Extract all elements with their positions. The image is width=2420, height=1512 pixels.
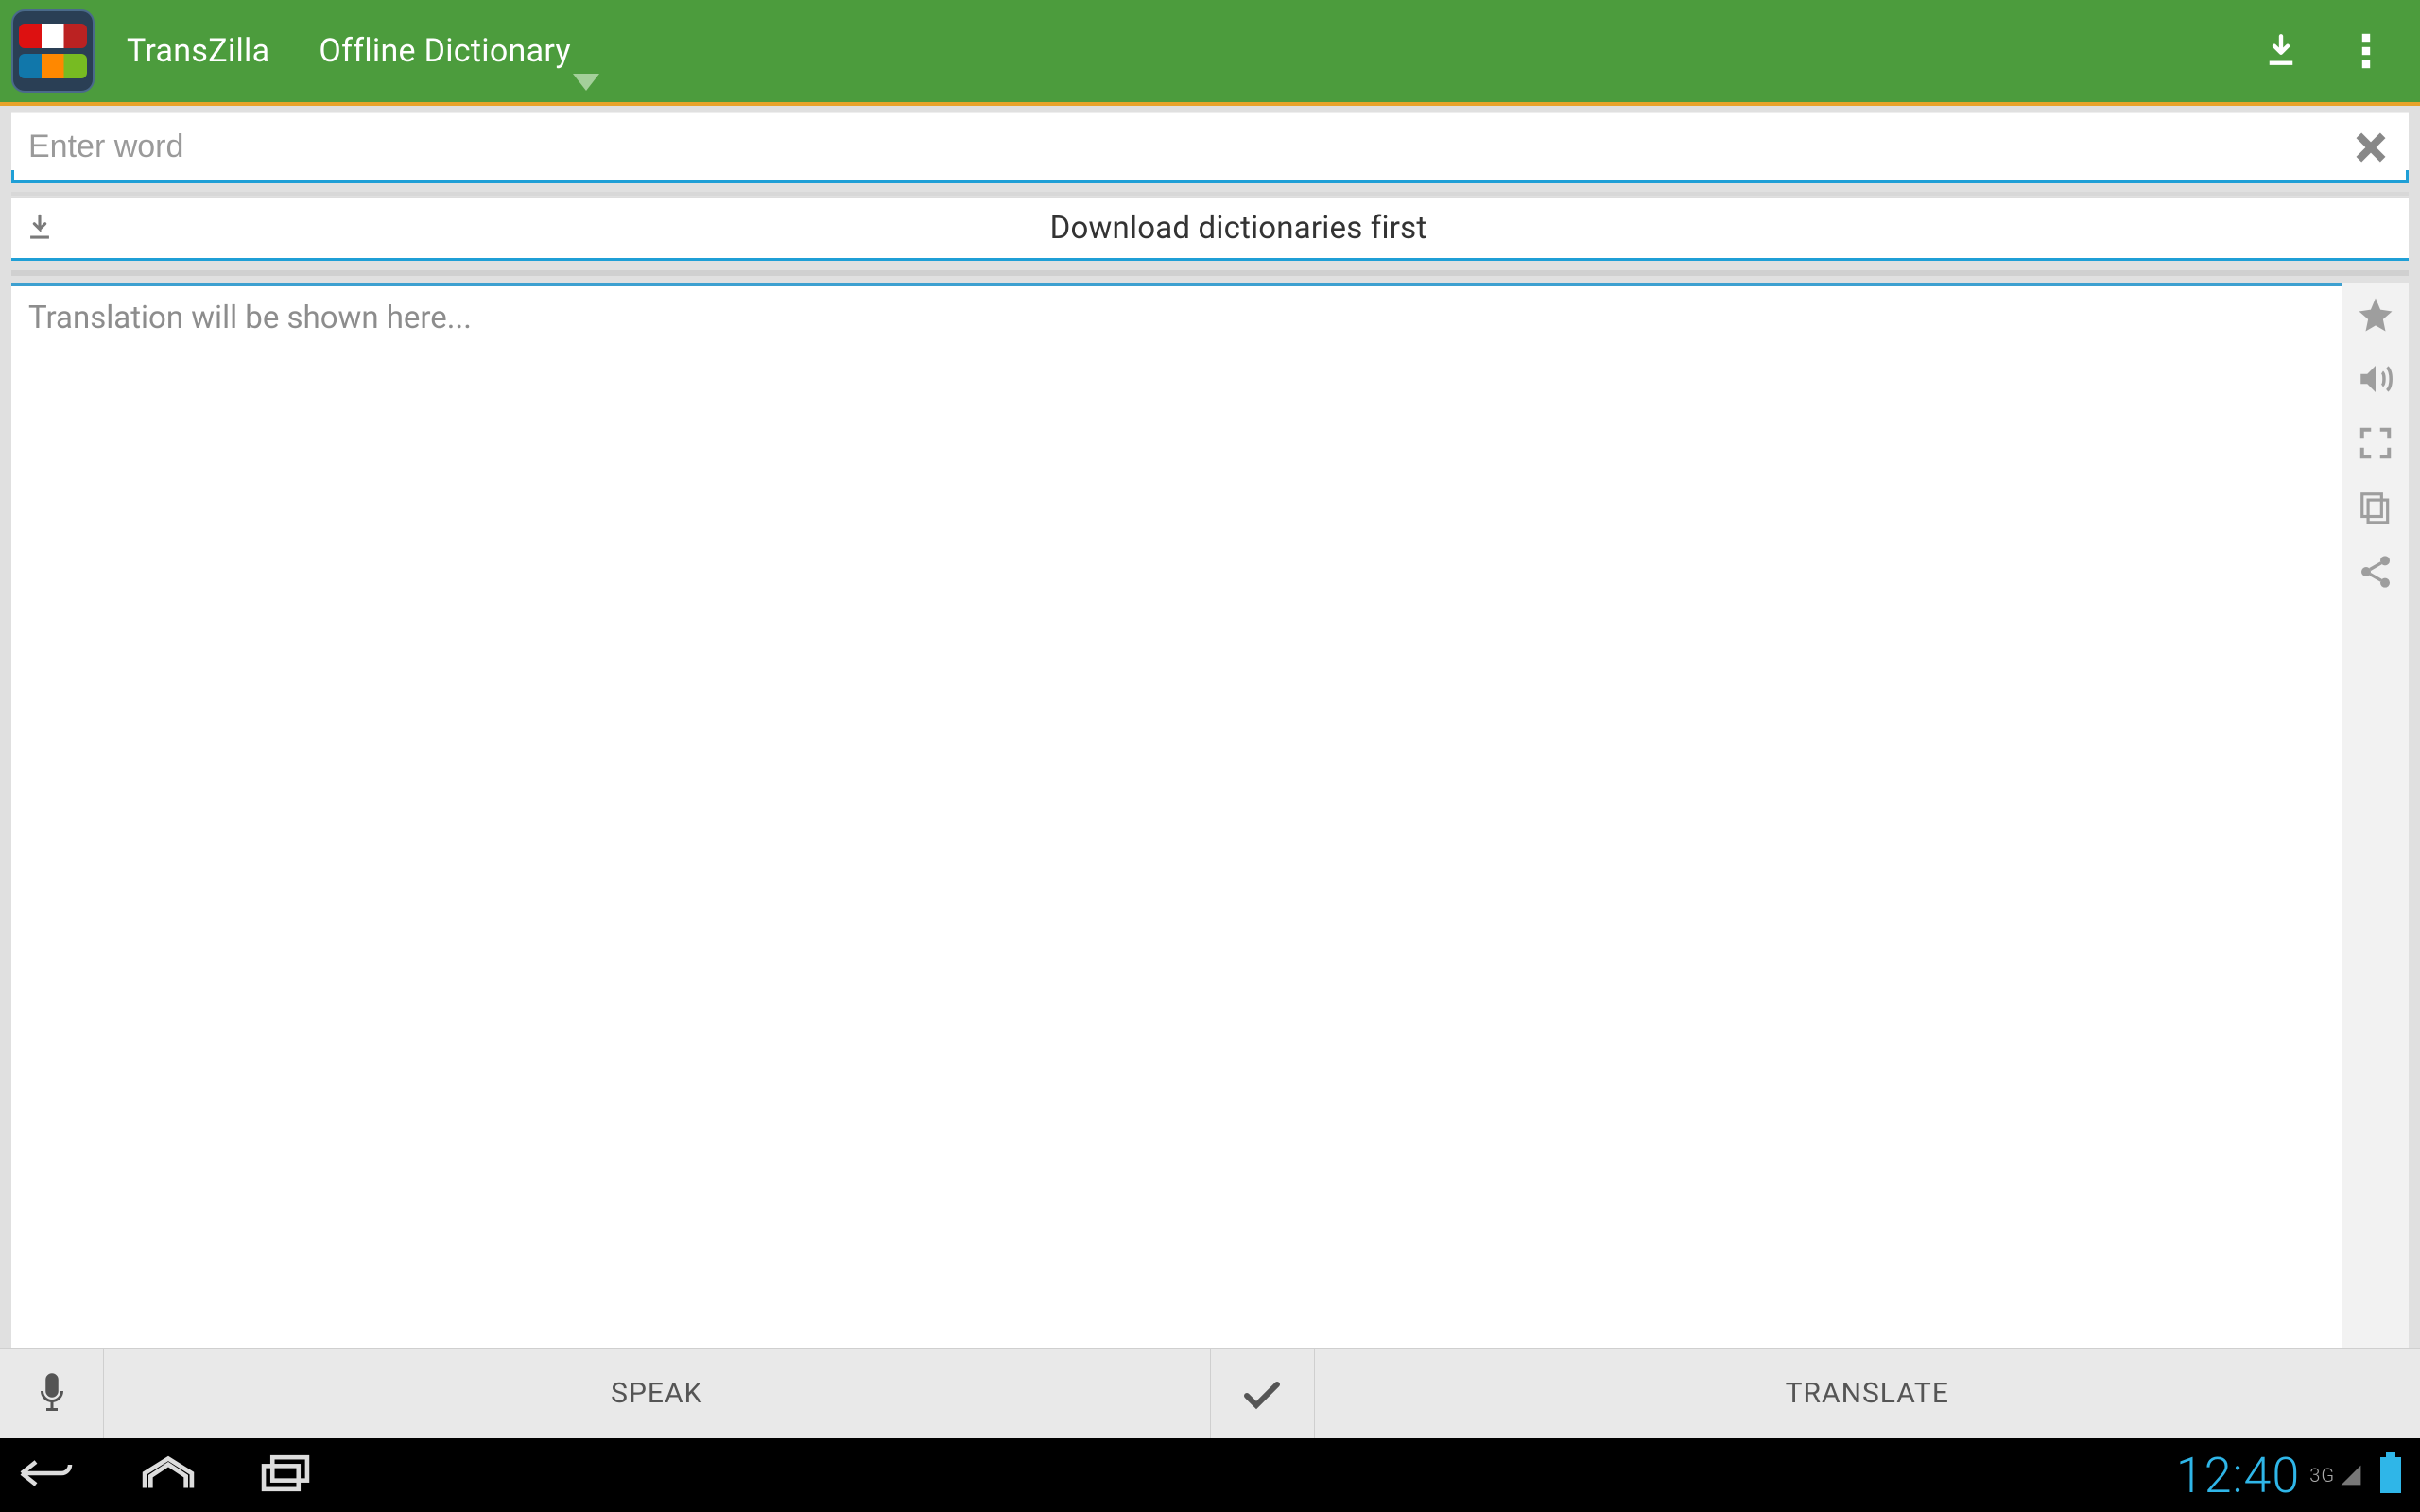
translation-placeholder: Translation will be shown here... bbox=[28, 300, 472, 336]
confirm-button[interactable] bbox=[1211, 1349, 1315, 1438]
nav-recent-button[interactable] bbox=[261, 1454, 310, 1496]
dictionary-selector-bar[interactable]: Download dictionaries first bbox=[11, 197, 2409, 261]
system-navigation-bar: 12:40 3G bbox=[0, 1438, 2420, 1512]
translation-output: Translation will be shown here... bbox=[11, 284, 2342, 1348]
share-icon bbox=[2357, 553, 2394, 591]
word-input[interactable] bbox=[11, 113, 2333, 180]
share-button[interactable] bbox=[2352, 548, 2399, 595]
speak-label: SPEAK bbox=[611, 1377, 702, 1410]
back-icon bbox=[19, 1454, 76, 1492]
download-dictionary-button[interactable] bbox=[11, 196, 68, 260]
app-icon[interactable] bbox=[11, 9, 95, 93]
nav-home-button[interactable] bbox=[142, 1454, 195, 1496]
bottom-action-bar: SPEAK TRANSLATE bbox=[0, 1348, 2420, 1438]
download-icon bbox=[2261, 31, 2301, 71]
check-icon bbox=[1239, 1371, 1285, 1417]
nav-back-button[interactable] bbox=[19, 1454, 76, 1496]
recent-apps-icon bbox=[261, 1454, 310, 1492]
microphone-icon bbox=[35, 1371, 69, 1417]
tab-label: Offline Dictionary bbox=[319, 32, 571, 70]
copy-icon bbox=[2358, 490, 2394, 525]
overflow-menu-button[interactable] bbox=[2324, 0, 2409, 102]
copy-button[interactable] bbox=[2352, 484, 2399, 531]
clear-input-button[interactable] bbox=[2333, 112, 2409, 183]
mic-button[interactable] bbox=[0, 1349, 104, 1438]
result-side-toolbar bbox=[2342, 284, 2409, 1348]
action-bar: TransZilla Offline Dictionary bbox=[0, 0, 2420, 102]
dropdown-triangle-icon bbox=[573, 74, 599, 91]
speaker-icon bbox=[2356, 359, 2395, 399]
translate-button[interactable]: TRANSLATE bbox=[1315, 1349, 2420, 1438]
overflow-menu-icon bbox=[2352, 31, 2380, 71]
status-clock[interactable]: 12:40 3G bbox=[2176, 1447, 2401, 1504]
download-button[interactable] bbox=[2238, 0, 2324, 102]
translate-label: TRANSLATE bbox=[1786, 1377, 1949, 1410]
battery-charging-icon bbox=[2380, 1457, 2401, 1493]
download-icon bbox=[24, 212, 56, 244]
speak-output-button[interactable] bbox=[2352, 355, 2399, 403]
favorite-button[interactable] bbox=[2352, 291, 2399, 338]
close-icon bbox=[2353, 129, 2389, 165]
signal-icon bbox=[2339, 1463, 2363, 1487]
home-icon bbox=[142, 1454, 195, 1492]
network-label: 3G bbox=[2309, 1464, 2335, 1486]
tab-label: TransZilla bbox=[127, 32, 269, 70]
word-input-row bbox=[11, 112, 2409, 183]
network-indicator: 3G bbox=[2309, 1463, 2363, 1487]
dictionary-status-text: Download dictionaries first bbox=[68, 210, 2409, 247]
fullscreen-button[interactable] bbox=[2352, 420, 2399, 467]
clock-text: 12:40 bbox=[2176, 1447, 2300, 1504]
speak-button[interactable]: SPEAK bbox=[104, 1349, 1211, 1438]
result-area: Translation will be shown here... bbox=[11, 284, 2409, 1348]
tab-offline-dictionary[interactable]: Offline Dictionary bbox=[294, 0, 624, 102]
tab-transzilla[interactable]: TransZilla bbox=[102, 0, 294, 102]
star-icon bbox=[2356, 295, 2395, 335]
expand-icon bbox=[2358, 425, 2394, 461]
